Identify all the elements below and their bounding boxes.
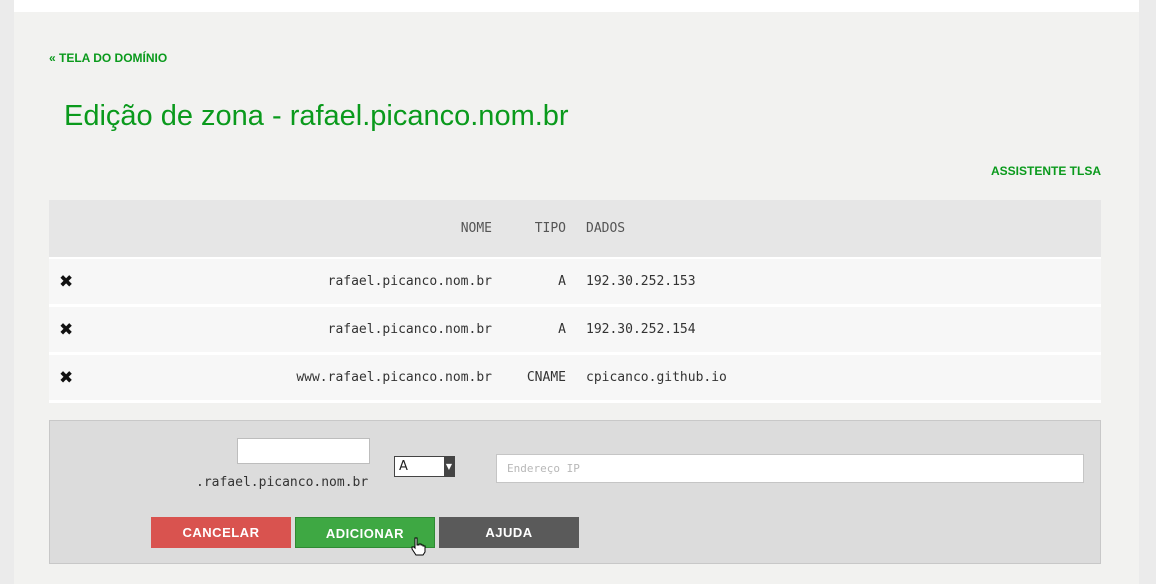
help-button[interactable]: AJUDA — [439, 517, 579, 548]
header-name: NOME — [84, 200, 502, 259]
header-data: DADOS — [576, 200, 1101, 259]
tlsa-assistant-link[interactable]: ASSISTENTE TLSA — [991, 164, 1101, 178]
record-data-input[interactable]: Endereço IP — [496, 454, 1084, 483]
table-header-row: NOME TIPO DADOS — [49, 200, 1101, 259]
record-name: rafael.picanco.nom.br — [84, 258, 502, 307]
record-name: rafael.picanco.nom.br — [84, 305, 502, 355]
record-type: CNAME — [502, 353, 576, 403]
delete-icon[interactable]: ✖ — [59, 272, 73, 292]
header-delete — [49, 200, 84, 259]
record-data: 192.30.252.154 — [576, 305, 1101, 355]
table-row: ✖ www.rafael.picanco.nom.br CNAME cpican… — [49, 353, 1101, 403]
zone-records-table: NOME TIPO DADOS ✖ rafael.picanco.nom.br … — [49, 200, 1101, 403]
table-row: ✖ rafael.picanco.nom.br A 192.30.252.153 — [49, 258, 1101, 307]
delete-icon[interactable]: ✖ — [59, 320, 73, 340]
back-to-domain-link[interactable]: « TELA DO DOMÍNIO — [49, 51, 167, 65]
delete-icon[interactable]: ✖ — [59, 368, 73, 388]
record-type-select[interactable]: A ▼ — [394, 456, 455, 477]
record-type-selected: A — [399, 459, 408, 474]
table-row: ✖ rafael.picanco.nom.br A 192.30.252.154 — [49, 305, 1101, 355]
cancel-button[interactable]: CANCELAR — [151, 517, 291, 548]
top-bar — [14, 0, 1139, 12]
record-data: 192.30.252.153 — [576, 258, 1101, 307]
domain-suffix-label: .rafael.picanco.nom.br — [196, 475, 369, 490]
add-record-form: .rafael.picanco.nom.br A ▼ Endereço IP C… — [49, 420, 1101, 564]
page-title: Edição de zona - rafael.picanco.nom.br — [64, 100, 569, 132]
record-name: www.rafael.picanco.nom.br — [84, 353, 502, 403]
record-name-input[interactable] — [237, 438, 370, 464]
header-type: TIPO — [502, 200, 576, 259]
record-data: cpicanco.github.io — [576, 353, 1101, 403]
chevron-down-icon: ▼ — [444, 457, 454, 476]
record-type: A — [502, 258, 576, 307]
record-type: A — [502, 305, 576, 355]
hand-cursor-icon — [411, 537, 426, 556]
